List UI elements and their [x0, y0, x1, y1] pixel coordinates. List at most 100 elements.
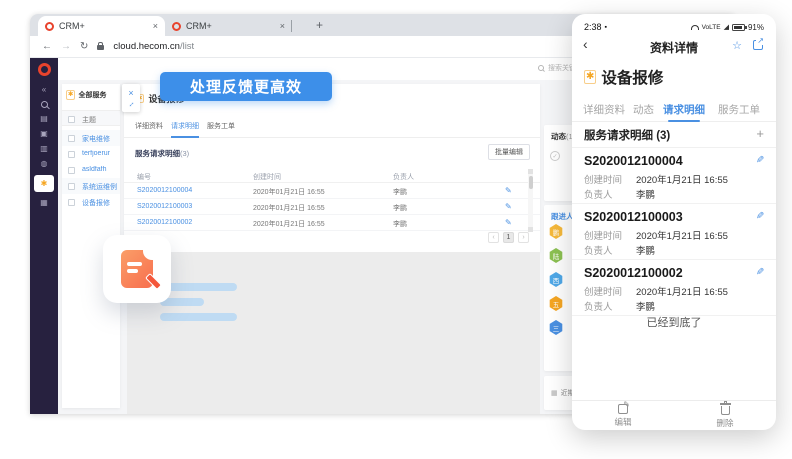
skeleton-bar [160, 313, 237, 321]
tab-dynamics[interactable]: 动态 [633, 102, 654, 117]
close-tab-icon[interactable]: × [153, 22, 158, 31]
favorite-star-icon[interactable]: ☆ [732, 39, 742, 52]
check-circle-icon: ✓ [550, 151, 560, 161]
back-icon[interactable]: ← [42, 42, 52, 52]
edit-icon[interactable]: ✎ [505, 186, 512, 195]
request-item[interactable]: S2020012100003 ✎ 创建时间 2020年1月21日 16:55 负… [572, 204, 776, 260]
document-edit-icon [121, 250, 153, 288]
expand-icon[interactable]: ↔ [125, 98, 136, 109]
search-icon[interactable] [41, 101, 48, 108]
avatar[interactable]: 三 [549, 320, 563, 335]
tab-service-order[interactable]: 服务工单 [207, 121, 235, 131]
collapse-icon[interactable]: « [36, 86, 52, 94]
row-checkbox[interactable] [68, 167, 75, 174]
phone-bottom-toolbar: 编辑 删除 [572, 400, 776, 430]
share-icon[interactable] [753, 40, 763, 50]
created-field: 创建时间 2020年1月21日 16:55 [584, 284, 728, 298]
tab-request-detail[interactable]: 请求明细 [171, 121, 199, 131]
prev-page-button[interactable]: ‹ [488, 232, 499, 243]
record-link[interactable]: 家电维修 [82, 134, 118, 144]
close-tab-icon[interactable]: × [280, 22, 285, 31]
close-icon[interactable]: × [128, 89, 133, 98]
table-scrollbar[interactable] [528, 169, 533, 232]
field-value: 李鹏 [636, 243, 655, 257]
add-icon[interactable]: + [756, 126, 764, 141]
signal-icon: ◢ [724, 24, 729, 31]
tab-detail-info[interactable]: 详细资料 [583, 102, 625, 117]
edit-icon[interactable]: ✎ [505, 202, 512, 211]
dynamics-label: 动态 [551, 132, 566, 141]
calendar-icon: ▦ [551, 389, 558, 397]
record-link[interactable]: asldfafh [82, 166, 118, 173]
library-icon[interactable]: ▤ [36, 115, 52, 123]
edit-icon[interactable]: ✎ [756, 155, 764, 166]
list-column-header: 主题 [62, 110, 120, 126]
table-row[interactable]: S2020012100004 2020年01月21日 16:55 李鹏 ✎ [124, 183, 540, 199]
record-link[interactable]: terfjoerur [82, 150, 118, 157]
star-badge-icon: ✱ [66, 90, 75, 100]
batch-edit-button[interactable]: 批量编辑 [488, 144, 530, 160]
browser-tab-1[interactable]: CRM+ × [38, 16, 165, 36]
search-icon [538, 65, 544, 71]
reload-icon[interactable]: ↻ [80, 42, 88, 52]
panel-popover: × ↔ [122, 84, 140, 112]
tab-service-order[interactable]: 服务工单 [718, 102, 760, 117]
field-label: 负责人 [584, 243, 626, 257]
notes-icon[interactable]: ▦ [36, 199, 52, 207]
phone-section-title: 服务请求明细 (3) [584, 127, 670, 143]
record-link[interactable]: 系统运维例 [82, 182, 118, 192]
module-a-icon[interactable]: ▣ [36, 130, 52, 138]
request-item[interactable]: S2020012100002 ✎ 创建时间 2020年1月21日 16:55 负… [572, 260, 776, 316]
app-sidebar: « ▤ ▣ ▥ ◍ ✱ ▦ [30, 58, 58, 414]
battery-icon [732, 24, 745, 31]
table-row[interactable]: S2020012100003 2020年01月21日 16:55 李鹏 ✎ [124, 199, 540, 215]
list-item[interactable]: asldfafh [62, 162, 120, 178]
list-item[interactable]: 系统运维例 [62, 178, 120, 194]
table-header: 编号 创建时间 负责人 [124, 169, 540, 183]
tab-detail-info[interactable]: 详细资料 [135, 121, 163, 131]
globe-icon[interactable]: ◍ [36, 160, 52, 168]
avatar[interactable]: 陆 [549, 248, 563, 263]
next-page-button[interactable]: › [518, 232, 529, 243]
row-checkbox[interactable] [68, 199, 75, 206]
avatar[interactable]: 鹏 [549, 224, 563, 239]
request-id-link[interactable]: S2020012100004 [137, 187, 192, 194]
request-id-link[interactable]: S2020012100002 [137, 219, 192, 226]
phone-section-row: 服务请求明细 (3) + [572, 122, 776, 148]
record-link[interactable]: 设备报修 [82, 198, 118, 208]
avatar[interactable]: 西 [549, 272, 563, 287]
table-row[interactable]: S2020012100002 2020年01月21日 16:55 李鹏 ✎ [124, 215, 540, 231]
url-field[interactable]: cloud.hecom.cn/list [113, 41, 194, 52]
request-id-link[interactable]: S2020012100003 [137, 203, 192, 210]
select-all-checkbox[interactable] [68, 116, 75, 123]
owner-field: 负责人 李鹏 [584, 187, 655, 201]
new-tab-button[interactable]: + [316, 18, 323, 32]
edit-icon[interactable]: ✎ [756, 267, 764, 278]
doc-line [127, 269, 138, 273]
tab-request-detail[interactable]: 请求明细 [663, 102, 705, 117]
created-time: 2020年01月21日 16:55 [253, 203, 325, 213]
col-id: 编号 [137, 172, 151, 182]
module-b-icon[interactable]: ▥ [36, 145, 52, 153]
avatar[interactable]: 五 [549, 296, 563, 311]
row-checkbox[interactable] [68, 135, 75, 142]
row-checkbox[interactable] [68, 183, 75, 190]
ssl-lock-icon [97, 45, 104, 50]
battery-percent: 91% [748, 23, 764, 32]
delete-action-button[interactable]: 删除 [674, 401, 776, 430]
owner-field: 负责人 李鹏 [584, 299, 655, 313]
edit-icon[interactable]: ✎ [505, 218, 512, 227]
scroll-thumb[interactable] [529, 176, 533, 189]
forward-icon[interactable]: → [61, 42, 71, 52]
edit-icon[interactable]: ✎ [756, 211, 764, 222]
scroll-up-cap[interactable] [528, 169, 533, 174]
list-item[interactable]: 家电维修 [62, 130, 120, 146]
request-item[interactable]: S2020012100004 ✎ 创建时间 2020年1月21日 16:55 负… [572, 148, 776, 204]
edit-action-button[interactable]: 编辑 [572, 401, 674, 430]
list-item[interactable]: terfjoerur [62, 146, 120, 162]
list-item[interactable]: 设备报修 [62, 194, 120, 210]
browser-tab-2[interactable]: CRM+ × [165, 16, 292, 36]
row-checkbox[interactable] [68, 151, 75, 158]
active-service-module-icon[interactable]: ✱ [34, 175, 54, 192]
page-number[interactable]: 1 [503, 232, 514, 243]
